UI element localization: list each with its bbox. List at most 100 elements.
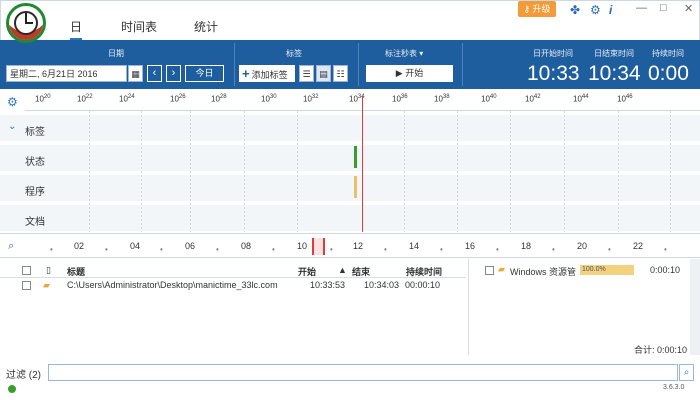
doc-column-icon: ▯ xyxy=(46,265,51,275)
table-header: ▯ 标题 开始 ▲ 结束 持续时间 xyxy=(0,262,466,278)
time-label: 1026 xyxy=(170,94,186,104)
overview-label: 06 xyxy=(185,241,196,251)
tick-dot: • xyxy=(272,245,275,254)
scrollbar[interactable] xyxy=(690,259,700,355)
row-label: 状态 xyxy=(25,157,45,168)
column-title[interactable]: 标题 xyxy=(67,265,85,278)
detail-view-icon[interactable]: ▤ xyxy=(316,65,331,82)
search-icon[interactable]: ⌕ xyxy=(679,364,694,381)
select-all-checkbox[interactable] xyxy=(22,266,31,275)
row-checkbox[interactable] xyxy=(22,281,31,290)
time-label: 1046 xyxy=(617,94,633,104)
date-field[interactable]: 星期二, 6月21日 2016 xyxy=(6,65,127,82)
plus-icon: + xyxy=(242,66,250,81)
day-start-time: 10:33 xyxy=(527,62,580,85)
time-label: 1022 xyxy=(77,94,93,104)
app-name: Windows 资源管 xyxy=(510,267,577,277)
prev-day-button[interactable]: ‹ xyxy=(147,65,162,82)
start-time-title: 日开始时间 xyxy=(533,49,573,58)
tick-dot: • xyxy=(384,245,387,254)
row-documents[interactable]: 文档 xyxy=(0,205,700,231)
settings-gear-icon[interactable]: ⚙ xyxy=(7,95,18,109)
divider xyxy=(234,43,235,86)
end-time-title: 日结束时间 xyxy=(594,49,634,58)
overview-label: 08 xyxy=(241,241,252,251)
compact-view-icon[interactable]: ☷ xyxy=(333,65,348,82)
activity-table: ▯ 标题 开始 ▲ 结束 持续时间 ▰ C:\Users\Administrat… xyxy=(0,259,466,355)
row-label: 程序 xyxy=(25,187,45,198)
stopwatch-dropdown[interactable]: 标注秒表 ▾ xyxy=(385,48,423,59)
tab-day[interactable]: 日 xyxy=(70,18,83,40)
tick-dot: • xyxy=(608,245,611,254)
gridline xyxy=(670,111,671,232)
divider xyxy=(358,43,359,86)
list-view-icon[interactable]: ☰ xyxy=(299,65,314,82)
time-label: 1042 xyxy=(525,94,541,104)
gridline xyxy=(244,111,245,232)
key-icon: ⚷ xyxy=(523,4,531,14)
gridline xyxy=(564,111,565,232)
gridline xyxy=(190,111,191,232)
duration-title: 持续时间 xyxy=(652,49,684,58)
column-end[interactable]: 结束 xyxy=(352,265,370,278)
divider xyxy=(462,43,463,86)
overview-label: 04 xyxy=(130,241,141,251)
row-tags[interactable]: ⌄ 标签 xyxy=(0,115,700,141)
app-duration: 0:00:10 xyxy=(650,265,681,275)
tick-dot: • xyxy=(160,245,163,254)
day-end-time: 10:34 xyxy=(588,62,641,85)
start-button[interactable]: ▶ 开始 xyxy=(366,65,453,82)
row-title[interactable]: C:\Users\Administrator\Desktop\manictime… xyxy=(67,280,278,290)
overview-label: 18 xyxy=(521,241,532,251)
filter-input[interactable] xyxy=(48,364,678,381)
row-status[interactable]: 状态 xyxy=(0,145,700,171)
puzzle-icon[interactable]: ✤ xyxy=(570,3,580,17)
app-logo xyxy=(6,3,46,43)
row-programs[interactable]: 程序 xyxy=(0,175,700,201)
overview-label: 12 xyxy=(353,241,364,251)
current-time-line xyxy=(362,96,363,232)
app-checkbox[interactable] xyxy=(485,266,494,275)
maximize-button[interactable]: □ xyxy=(660,2,667,14)
row-duration: 00:00:10 xyxy=(405,280,441,290)
sort-asc-icon: ▲ xyxy=(338,265,347,275)
today-button[interactable]: 今日 xyxy=(185,65,224,82)
row-label: 文档 xyxy=(25,217,45,228)
status-activity-bar[interactable] xyxy=(354,146,357,168)
calendar-icon[interactable]: ▦ xyxy=(128,65,143,82)
upgrade-button[interactable]: ⚷ 升级 xyxy=(518,1,556,17)
usage-bar: 100.0% xyxy=(580,265,634,275)
overview-label: 10 xyxy=(297,241,308,251)
overview-label: 16 xyxy=(465,241,476,251)
overview-label: 14 xyxy=(409,241,420,251)
column-start[interactable]: 开始 xyxy=(298,265,316,278)
gear-icon[interactable]: ⚙ xyxy=(590,3,601,17)
tab-statistics[interactable]: 统计 xyxy=(194,18,218,35)
filter-bar: 过滤 (2) ⌕ xyxy=(0,362,700,382)
overview-selection[interactable] xyxy=(312,238,325,255)
folder-icon: ▰ xyxy=(498,264,505,274)
time-label: 1038 xyxy=(434,94,450,104)
gridline xyxy=(141,111,142,232)
tab-timeline[interactable]: 时间表 xyxy=(121,18,157,35)
overview-label: 22 xyxy=(633,241,644,251)
summary-total: 合计: 0:00:10 xyxy=(634,345,688,355)
program-activity-bar[interactable] xyxy=(354,176,357,198)
day-overview[interactable]: ⌕ • 02 • 04 • 06 • 08 • 10 • 12 • 14 • 1… xyxy=(0,233,700,258)
add-tag-button[interactable]: + 添加标签 xyxy=(239,65,295,82)
time-label: 1028 xyxy=(211,94,227,104)
tick-dot: • xyxy=(496,245,499,254)
chevron-down-icon[interactable]: ⌄ xyxy=(8,121,16,132)
close-button[interactable]: ✕ xyxy=(684,2,693,15)
row-start: 10:33:53 xyxy=(310,280,346,290)
tick-dot: • xyxy=(552,245,555,254)
column-duration[interactable]: 持续时间 xyxy=(406,265,442,278)
info-icon[interactable]: i xyxy=(609,3,612,17)
time-label: 1036 xyxy=(392,94,408,104)
overview-label: 20 xyxy=(577,241,588,251)
minimize-button[interactable]: — xyxy=(636,2,647,14)
next-day-button[interactable]: › xyxy=(166,65,181,82)
search-icon[interactable]: ⌕ xyxy=(8,240,14,253)
play-icon: ▶ xyxy=(395,68,403,78)
time-label: 1024 xyxy=(119,94,135,104)
